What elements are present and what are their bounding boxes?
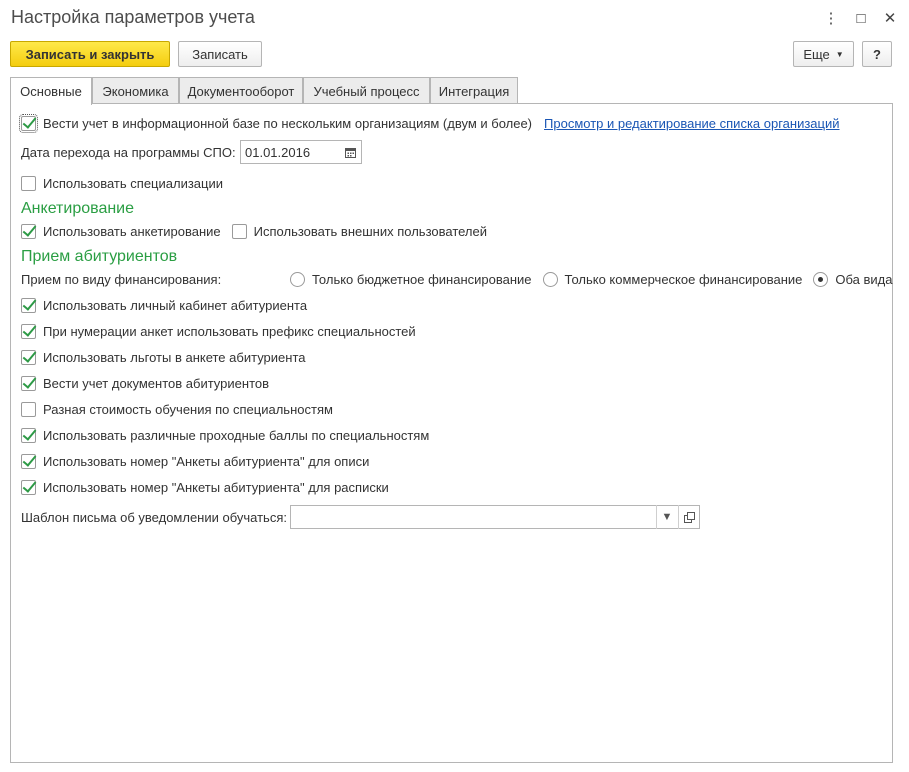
option-row: Вести учет документов абитуриентов [21, 374, 269, 392]
different-cost-checkbox[interactable] [21, 401, 36, 417]
option-label[interactable]: Использовать номер "Анкеты абитуриента" … [43, 480, 389, 495]
save-button[interactable]: Записать [178, 41, 262, 67]
personal-cabinet-checkbox[interactable] [21, 297, 36, 313]
financing-commercial-radio[interactable] [542, 271, 558, 287]
tab-integration[interactable]: Интеграция [430, 77, 518, 104]
use-survey-checkbox[interactable] [21, 223, 36, 239]
financing-both-radio[interactable] [813, 271, 829, 287]
option-label[interactable]: При нумерации анкет использовать префикс… [43, 324, 416, 339]
option-label[interactable]: Вести учет документов абитуриентов [43, 376, 269, 391]
template-select[interactable] [290, 505, 700, 529]
financing-budget-radio[interactable] [290, 271, 305, 287]
option-label[interactable]: Использовать личный кабинет абитуриента [43, 298, 307, 313]
window-title: Настройка параметров учета [11, 7, 255, 27]
option-row: Использовать номер "Анкеты абитуриента" … [21, 452, 369, 470]
option-label[interactable]: Использовать различные проходные баллы п… [43, 428, 429, 443]
multi-org-label[interactable]: Вести учет в информационной базе по неск… [43, 116, 532, 131]
specializations-row: Использовать специализации [21, 174, 223, 192]
maximize-icon[interactable]: □ [851, 8, 871, 28]
spo-date-value: 01.01.2016 [245, 144, 311, 160]
passing-scores-checkbox[interactable] [21, 427, 36, 443]
option-row: При нумерации анкет использовать префикс… [21, 322, 416, 340]
tab-basic[interactable]: Основные [10, 77, 92, 105]
dropdown-icon[interactable]: ▼ [656, 505, 677, 529]
benefits-checkbox[interactable] [21, 349, 36, 365]
financing-radio-group: Только бюджетное финансирование Только к… [290, 270, 892, 288]
use-survey-label[interactable]: Использовать анкетирование [43, 224, 221, 239]
more-button[interactable]: Еще ▼ [793, 41, 854, 67]
template-label: Шаблон письма об уведомлении обучаться: [21, 509, 287, 525]
more-icon[interactable]: ⋮ [821, 8, 841, 28]
help-button[interactable]: ? [862, 41, 892, 67]
multi-org-row: Вести учет в информационной базе по неск… [19, 113, 840, 133]
specialty-prefix-checkbox[interactable] [21, 323, 36, 339]
documents-checkbox[interactable] [21, 375, 36, 391]
save-and-close-button[interactable]: Записать и закрыть [10, 41, 170, 67]
chevron-down-icon: ▼ [835, 49, 844, 59]
specializations-label[interactable]: Использовать специализации [43, 176, 223, 191]
financing-commercial-label[interactable]: Только коммерческое финансирование [565, 272, 803, 287]
inventory-number-checkbox[interactable] [21, 453, 36, 469]
tab-economics[interactable]: Экономика [92, 77, 179, 104]
option-label[interactable]: Разная стоимость обучения по специальнос… [43, 402, 333, 417]
calendar-icon[interactable] [340, 140, 361, 164]
template-row: Шаблон письма об уведомлении обучаться: [21, 508, 287, 526]
option-row: Разная стоимость обучения по специальнос… [21, 400, 333, 418]
multi-org-checkbox[interactable] [19, 113, 38, 133]
spo-date-label: Дата перехода на программы СПО: [21, 144, 236, 160]
option-row: Использовать номер "Анкеты абитуриента" … [21, 478, 389, 496]
spo-date-row: Дата перехода на программы СПО: [21, 143, 236, 161]
receipt-number-checkbox[interactable] [21, 479, 36, 495]
close-icon[interactable]: ✕ [880, 8, 900, 28]
specializations-checkbox[interactable] [21, 175, 36, 191]
survey-row: Использовать анкетирование Использовать … [21, 222, 487, 240]
open-icon[interactable] [678, 505, 699, 529]
financing-both-label[interactable]: Оба вида [835, 272, 892, 287]
option-row: Использовать различные проходные баллы п… [21, 426, 429, 444]
org-list-link[interactable]: Просмотр и редактирование списка организ… [544, 116, 840, 131]
option-row: Использовать личный кабинет абитуриента [21, 296, 307, 314]
external-users-checkbox[interactable] [231, 223, 247, 239]
admission-heading: Прием абитуриентов [21, 248, 178, 265]
survey-heading: Анкетирование [21, 200, 135, 217]
tab-document-flow[interactable]: Документооборот [179, 77, 303, 104]
option-label[interactable]: Использовать льготы в анкете абитуриента [43, 350, 305, 365]
financing-budget-label[interactable]: Только бюджетное финансирование [312, 272, 532, 287]
option-label[interactable]: Использовать номер "Анкеты абитуриента" … [43, 454, 369, 469]
tab-educational-process[interactable]: Учебный процесс [303, 77, 430, 104]
option-row: Использовать льготы в анкете абитуриента [21, 348, 305, 366]
financing-label: Прием по виду финансирования: [21, 271, 222, 287]
more-button-label: Еще [803, 46, 830, 62]
external-users-label[interactable]: Использовать внешних пользователей [254, 224, 487, 239]
financing-label-row: Прием по виду финансирования: [21, 270, 221, 288]
